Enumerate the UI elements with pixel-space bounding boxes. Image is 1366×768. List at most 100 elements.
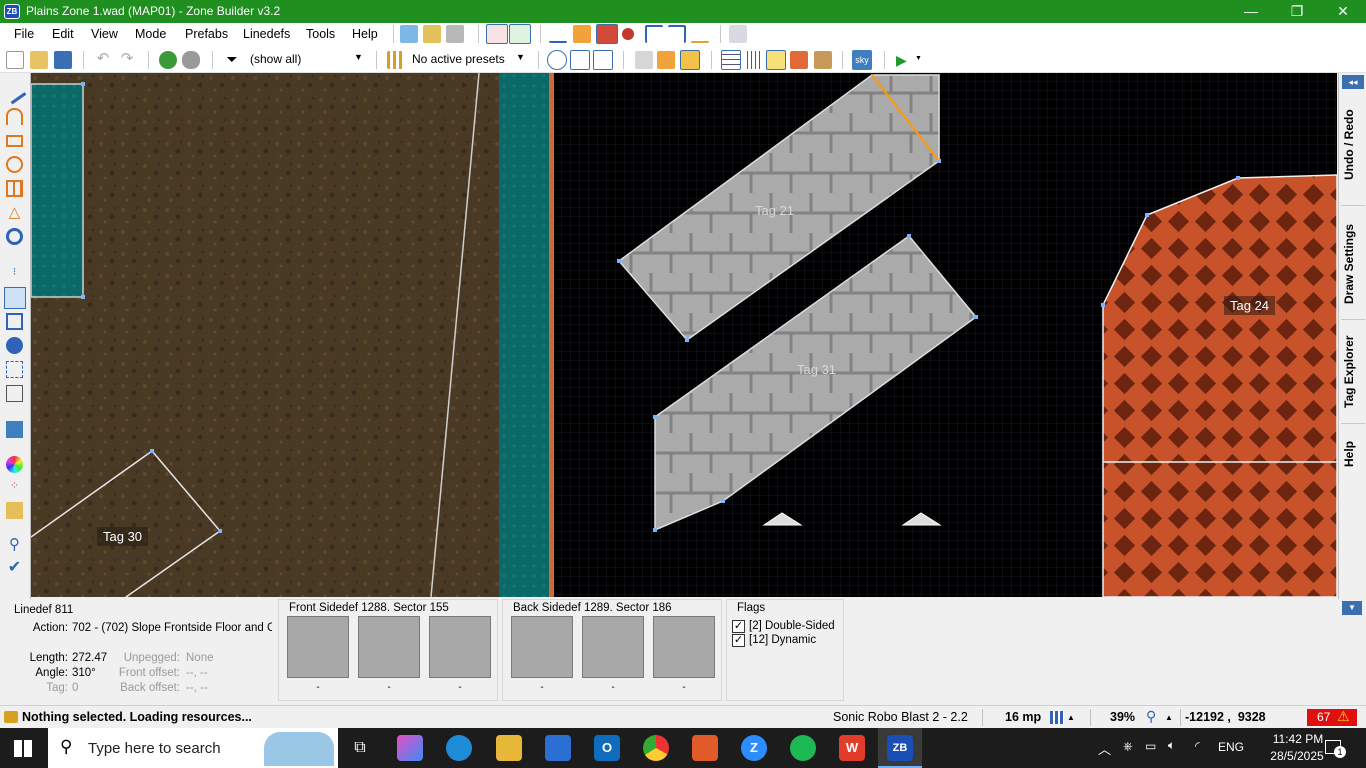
tab-help[interactable]: Help [1342,439,1364,469]
vertices-mode-icon[interactable]: ⁝ [6,265,23,282]
edit-selection-icon[interactable] [6,385,23,402]
make-sectors-icon[interactable] [6,361,23,378]
front-middle-texture[interactable] [358,616,420,678]
save-map-icon[interactable] [54,51,72,69]
prefab-tree-icon[interactable] [159,51,177,69]
wps-icon[interactable]: W [839,735,865,761]
test-map-icon[interactable] [400,25,418,43]
volume-icon[interactable]: 🔈︎ [1168,738,1175,753]
flag-checkbox-dynamic[interactable]: ✓ [732,634,745,647]
check-icon[interactable]: ✔ [6,560,23,577]
view-brightness-icon[interactable] [570,50,590,70]
grid-dense-icon[interactable] [744,51,762,69]
error-indicator[interactable]: 67 ⚠ [1307,708,1357,726]
zoom-level[interactable]: 39% [1110,710,1135,724]
draw-ellipse-icon[interactable] [6,156,23,173]
draw-grid-icon[interactable] [6,180,23,197]
tab-tag-explorer[interactable]: Tag Explorer [1342,331,1364,413]
taskbar-search[interactable]: ⚲ Type here to search [48,728,338,768]
flip-lines-icon[interactable] [691,25,709,43]
chevron-down-icon[interactable]: ▼ [516,52,525,62]
tag-icon[interactable] [729,25,747,43]
map-canvas[interactable]: Tag 21 Tag 31 Tag 24 Tag 30 [31,73,1337,597]
menu-mode[interactable]: Mode [135,27,166,41]
sector-copy-icon[interactable] [680,50,700,70]
chevron-down-icon[interactable]: ▼ [354,52,363,62]
menu-help[interactable]: Help [352,27,378,41]
front-lower-texture[interactable] [429,616,491,678]
chevron-up-icon[interactable]: ▲ [1067,713,1075,722]
copy-icon[interactable] [635,51,653,69]
script-icon[interactable] [446,25,464,43]
linedefs-mode-icon[interactable] [4,287,26,309]
mode-sectors-icon[interactable] [509,24,531,44]
spotify-icon[interactable] [790,735,816,761]
copilot-icon[interactable] [397,735,423,761]
minimize-button[interactable]: — [1228,0,1274,23]
clock-date[interactable]: 28/5/2025 [1266,749,1328,763]
prefab-icon[interactable] [182,51,200,69]
close-button[interactable]: ✕ [1320,0,1366,23]
draw-rectangle-icon[interactable] [6,135,23,147]
presets-select[interactable]: No active presets [412,52,505,66]
chrome-icon[interactable] [643,735,669,761]
collapse-docker-icon[interactable]: ◂◂ [1342,75,1364,89]
edge-icon[interactable] [446,735,472,761]
maximize-button[interactable]: ❐ [1274,0,1320,23]
sectors-mode-icon[interactable] [6,313,23,330]
draw-lines-icon[interactable] [2,80,27,105]
grid-settings-icon[interactable] [1050,711,1064,724]
outlook-icon[interactable]: O [594,735,620,761]
wifi-icon[interactable]: ◜ [1195,739,1200,753]
back-upper-texture[interactable] [511,616,573,678]
chevron-up-icon[interactable]: ▲ [1165,713,1173,722]
grid-size[interactable]: 16 mp [1005,710,1041,724]
back-lower-texture[interactable] [653,616,715,678]
curve-linedefs-icon[interactable] [549,25,567,43]
front-upper-texture[interactable] [287,616,349,678]
presets-icon[interactable] [387,51,405,69]
filter-select[interactable]: (show all) [250,52,301,66]
view-normal-icon[interactable] [547,50,567,70]
expand-panel-icon[interactable]: ▼ [1342,601,1362,615]
media-player-icon[interactable] [692,735,718,761]
filter-icon[interactable]: ⏷ [223,51,241,69]
store-icon[interactable] [545,735,571,761]
open-map-icon[interactable] [30,51,48,69]
paste-icon[interactable] [657,51,675,69]
menu-edit[interactable]: Edit [52,27,74,41]
grid-icon[interactable] [721,50,741,70]
flag-checkbox-double-sided[interactable]: ✓ [732,620,745,633]
chevron-down-icon[interactable]: ▼ [915,55,922,62]
network-icon[interactable]: ⎈ [1123,739,1133,754]
things-mode-icon[interactable] [6,337,23,354]
draw-triangle-icon[interactable]: △ [6,204,23,221]
mode-linedefs-icon[interactable] [486,24,508,44]
color-picker-icon[interactable] [6,456,23,473]
game-config[interactable]: Sonic Robo Blast 2 - 2.2 [833,710,968,724]
map-drawing[interactable] [31,73,1337,597]
view-3d-icon[interactable] [593,50,613,70]
zoom-app-icon[interactable]: Z [741,735,767,761]
fog-icon[interactable] [814,51,832,69]
draw-curve-icon[interactable] [6,108,23,125]
bridge-icon[interactable] [6,228,23,245]
new-map-icon[interactable] [6,51,24,69]
menu-file[interactable]: File [14,27,34,41]
zone-builder-taskbar-button[interactable]: ZB [878,728,922,768]
redo-icon[interactable]: ↷ [118,51,136,69]
grid-sectors-icon[interactable] [573,25,591,43]
split-lines-icon[interactable] [668,25,686,43]
file-explorer-icon[interactable] [496,735,522,761]
tab-undo-redo[interactable]: Undo / Redo [1342,107,1364,183]
task-view-icon[interactable]: ⧉ [347,735,373,761]
tab-draw-settings[interactable]: Draw Settings [1342,218,1364,310]
selected-tool-icon[interactable] [596,24,618,44]
menu-tools[interactable]: Tools [306,27,335,41]
menu-prefabs[interactable]: Prefabs [185,27,228,41]
language-indicator[interactable]: ENG [1218,740,1244,754]
things-icon[interactable] [622,28,634,40]
zoom-icon[interactable]: ⚲ [1146,708,1156,725]
texture-icon[interactable] [6,502,23,519]
menu-view[interactable]: View [91,27,118,41]
